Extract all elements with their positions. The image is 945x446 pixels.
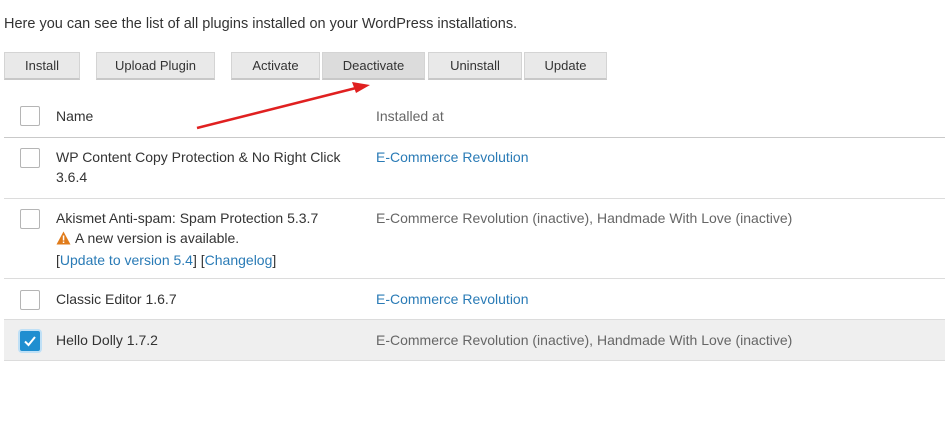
column-header-name: Name bbox=[56, 108, 94, 124]
row-checkbox-checked[interactable] bbox=[20, 331, 40, 351]
plugin-name: Classic Editor 1.6.7 bbox=[56, 291, 177, 307]
column-header-installed-at: Installed at bbox=[376, 108, 444, 124]
table-row: Akismet Anti-spam: Spam Protection 5.3.7… bbox=[4, 199, 945, 279]
table-row: Hello Dolly 1.7.2 E-Commerce Revolution … bbox=[4, 320, 945, 361]
plugin-name: Akismet Anti-spam: Spam Protection 5.3.7 bbox=[56, 210, 319, 226]
page-description: Here you can see the list of all plugins… bbox=[4, 16, 518, 32]
plugin-version: 3.6.4 bbox=[56, 169, 88, 185]
plugin-name-cell: Akismet Anti-spam: Spam Protection 5.3.7… bbox=[56, 208, 318, 270]
warning-icon bbox=[56, 230, 71, 250]
uninstall-button[interactable]: Uninstall bbox=[428, 52, 522, 80]
table-row: Classic Editor 1.6.7 E-Commerce Revoluti… bbox=[4, 279, 945, 320]
installed-at-text: E-Commerce Revolution (inactive), Handma… bbox=[376, 210, 793, 226]
upload-plugin-button[interactable]: Upload Plugin bbox=[96, 52, 215, 80]
row-checkbox[interactable] bbox=[20, 148, 40, 168]
plugin-name: Hello Dolly 1.7.2 bbox=[56, 332, 158, 348]
table-header: Name Installed at bbox=[4, 95, 945, 138]
update-links: [Update to version 5.4] [Changelog] bbox=[56, 250, 318, 270]
changelog-link[interactable]: Changelog bbox=[205, 252, 273, 268]
checkmark-icon bbox=[24, 336, 36, 347]
update-version-link[interactable]: Update to version 5.4 bbox=[60, 252, 193, 268]
table-row: WP Content Copy Protection & No Right Cl… bbox=[4, 138, 945, 199]
row-checkbox[interactable] bbox=[20, 290, 40, 310]
bracket-close: ] bbox=[272, 252, 277, 268]
update-notice: A new version is available. bbox=[56, 228, 318, 250]
row-checkbox[interactable] bbox=[20, 209, 40, 229]
install-button[interactable]: Install bbox=[4, 52, 80, 80]
deactivate-button[interactable]: Deactivate bbox=[322, 52, 425, 80]
installed-at-link[interactable]: E-Commerce Revolution bbox=[376, 289, 529, 309]
select-all-checkbox[interactable] bbox=[20, 106, 40, 126]
plugin-name-cell: WP Content Copy Protection & No Right Cl… bbox=[56, 147, 341, 187]
bracket-close: ] bbox=[192, 252, 197, 268]
update-notice-text: A new version is available. bbox=[75, 230, 240, 246]
plugin-name: WP Content Copy Protection & No Right Cl… bbox=[56, 149, 341, 165]
activate-button[interactable]: Activate bbox=[231, 52, 320, 80]
installed-at-text: E-Commerce Revolution (inactive), Handma… bbox=[376, 332, 793, 348]
installed-at-link[interactable]: E-Commerce Revolution bbox=[376, 147, 529, 167]
update-button[interactable]: Update bbox=[524, 52, 607, 80]
